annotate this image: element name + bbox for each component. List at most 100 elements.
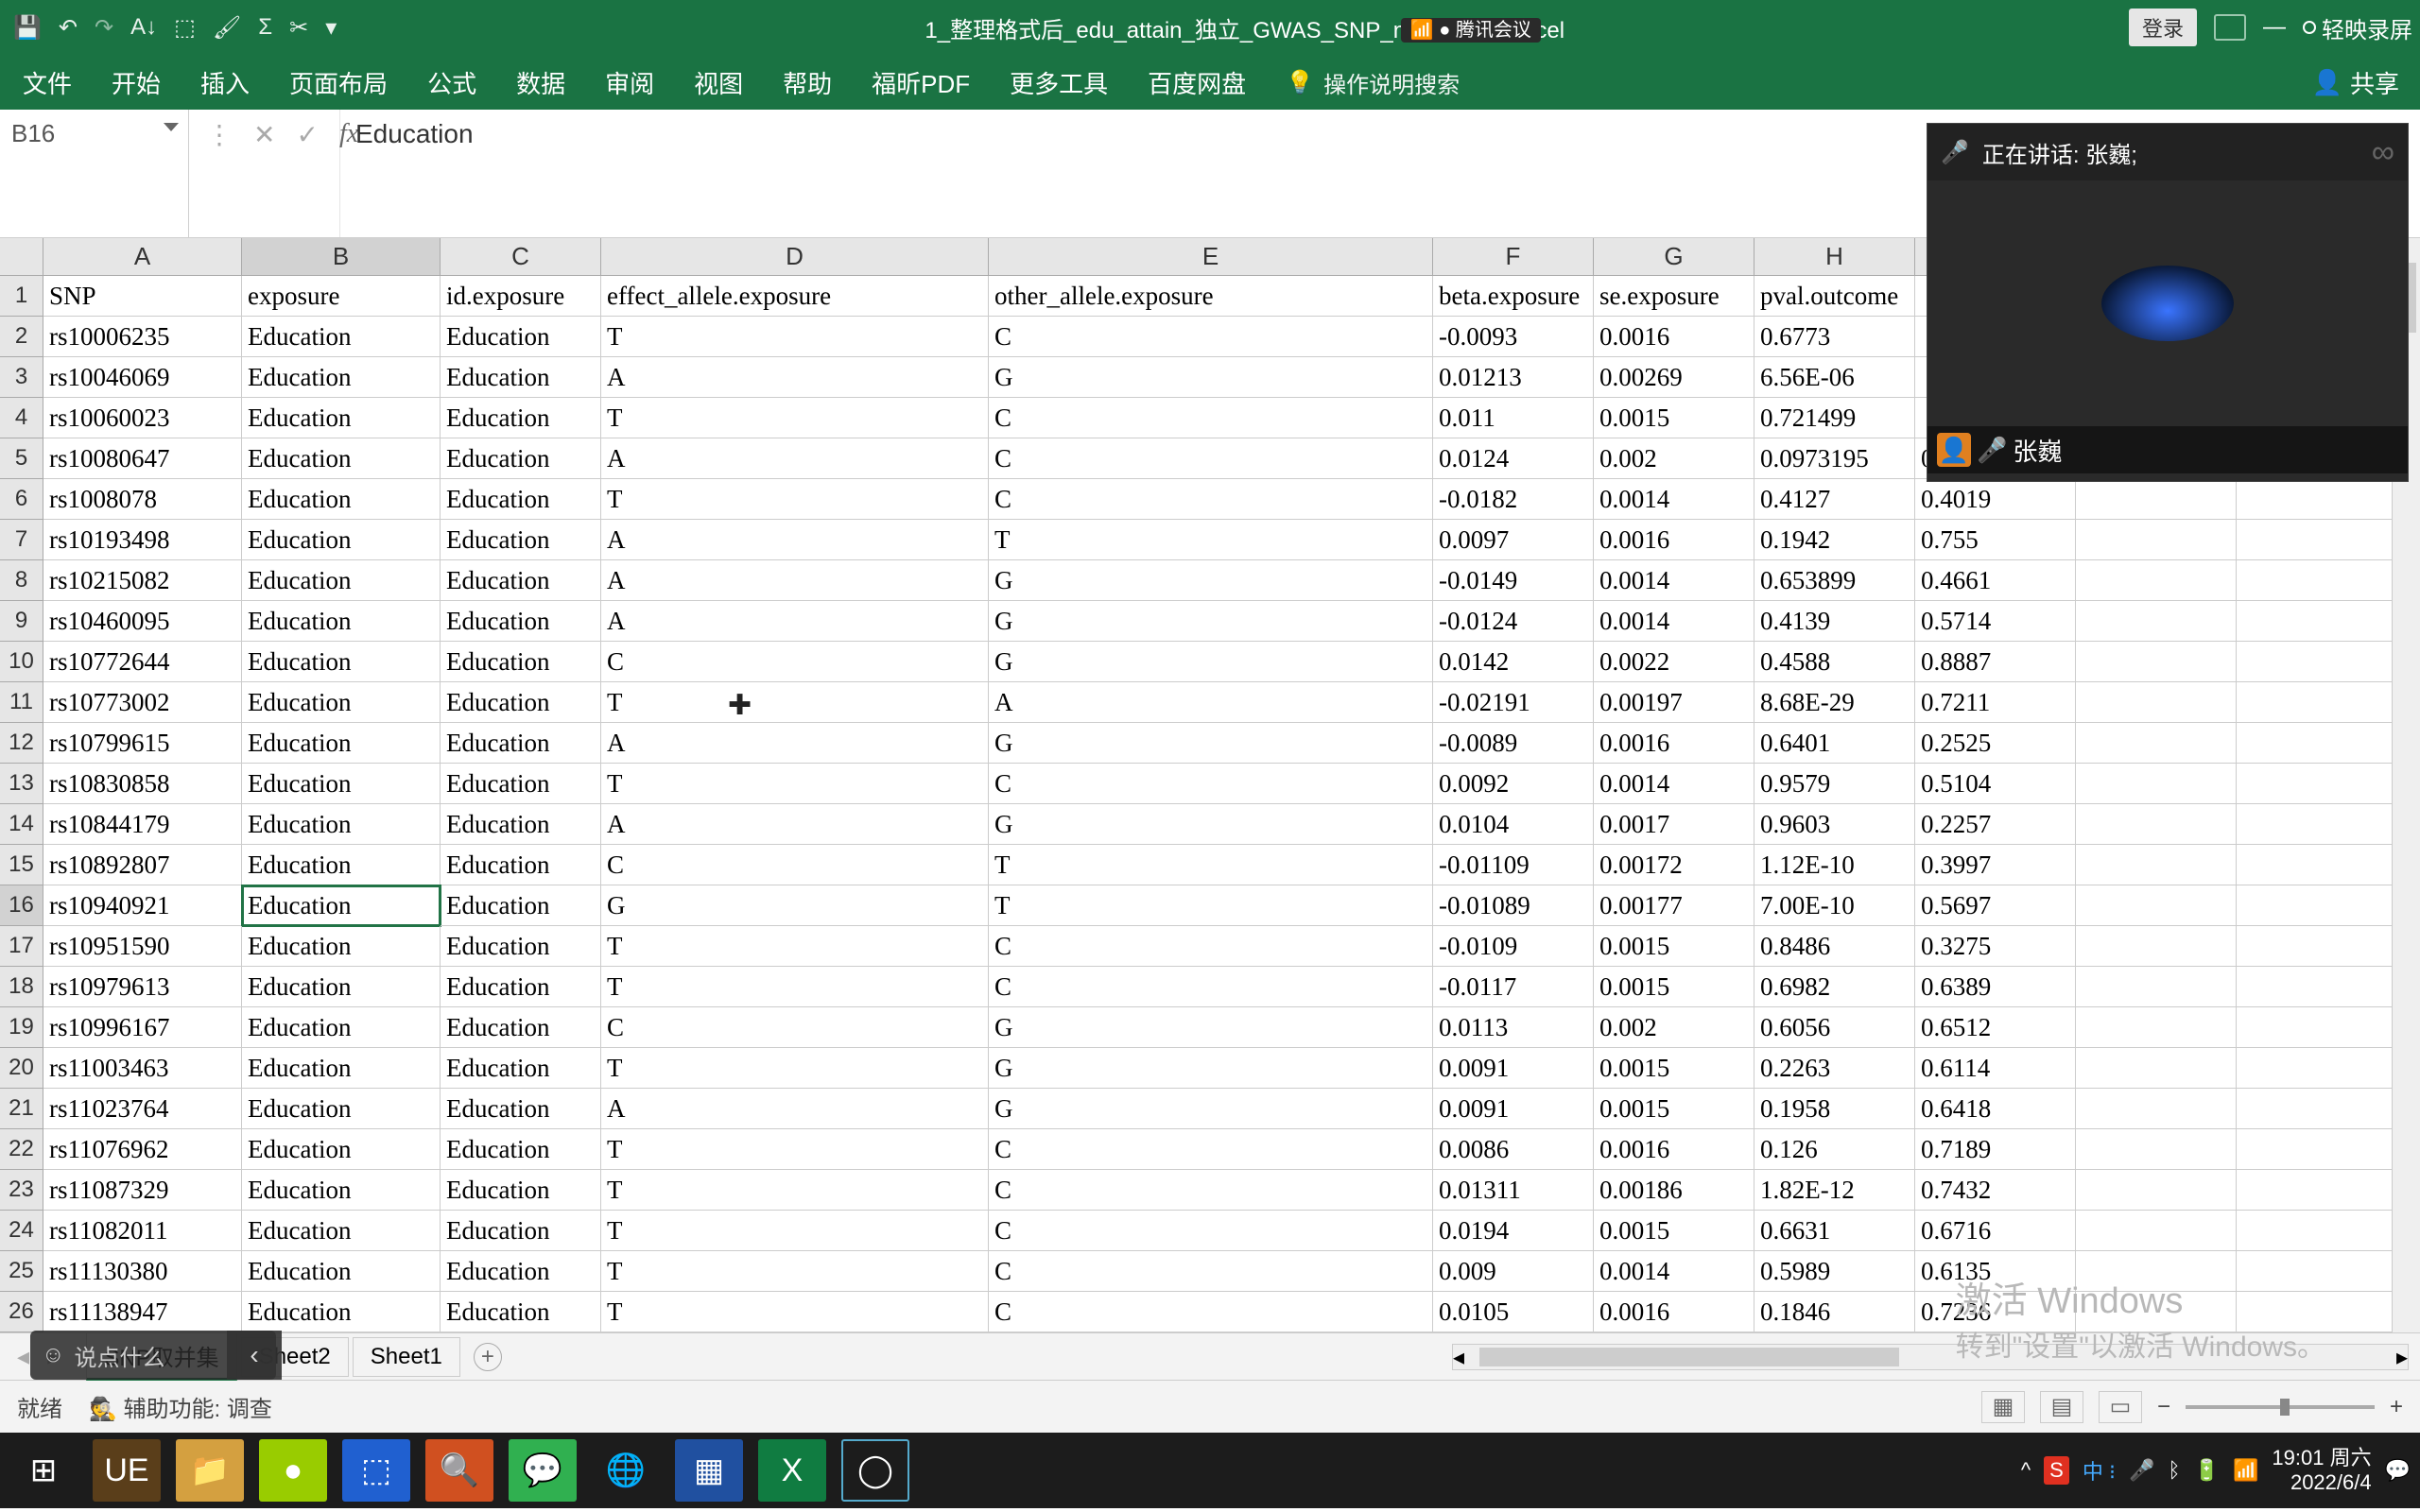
name-box[interactable]: B16: [0, 110, 189, 237]
cell[interactable]: Education: [242, 479, 441, 520]
share-button[interactable]: 👤 共享: [2312, 65, 2399, 100]
cell[interactable]: beta.exposure: [1433, 276, 1594, 317]
cell[interactable]: [2076, 1089, 2237, 1129]
cell[interactable]: T: [601, 1129, 989, 1170]
cell[interactable]: Education: [441, 926, 601, 967]
cell[interactable]: [2237, 601, 2397, 642]
cell[interactable]: 0.2257: [1915, 804, 2076, 845]
cell[interactable]: Education: [441, 357, 601, 398]
cell[interactable]: 0.00269: [1594, 357, 1754, 398]
explorer-icon[interactable]: 📁: [176, 1439, 244, 1502]
cell[interactable]: C: [989, 1211, 1433, 1251]
cut-icon[interactable]: ✂: [289, 14, 308, 42]
cell[interactable]: other_allele.exposure: [989, 276, 1433, 317]
cell[interactable]: T: [601, 317, 989, 357]
cell[interactable]: 0.6716: [1915, 1211, 2076, 1251]
cell[interactable]: 0.0016: [1594, 723, 1754, 764]
enter-icon[interactable]: ✓: [296, 119, 318, 150]
cell[interactable]: 1.82E-12: [1754, 1170, 1915, 1211]
cell[interactable]: [2237, 1048, 2397, 1089]
cell[interactable]: A: [601, 723, 989, 764]
cell[interactable]: [2237, 1292, 2397, 1332]
expand-icon[interactable]: ⋮: [206, 119, 233, 150]
search-icon[interactable]: 🔍: [425, 1439, 493, 1502]
cell[interactable]: 0.5697: [1915, 885, 2076, 926]
cell[interactable]: [2076, 1251, 2237, 1292]
cell[interactable]: [2076, 479, 2237, 520]
cell[interactable]: 0.5989: [1754, 1251, 1915, 1292]
more-icon[interactable]: ▾: [325, 14, 337, 42]
cell[interactable]: [2237, 642, 2397, 682]
cell[interactable]: G: [989, 642, 1433, 682]
cell[interactable]: 0.1846: [1754, 1292, 1915, 1332]
chat-back-icon[interactable]: ‹: [227, 1331, 282, 1380]
cell[interactable]: A: [601, 560, 989, 601]
col-header-B[interactable]: B: [242, 238, 441, 275]
row-header[interactable]: 22: [0, 1129, 43, 1170]
cell[interactable]: 0.0091: [1433, 1048, 1594, 1089]
cell[interactable]: [2237, 520, 2397, 560]
row-header[interactable]: 19: [0, 1007, 43, 1048]
cell[interactable]: 0.0973195: [1754, 438, 1915, 479]
cell[interactable]: Education: [441, 1251, 601, 1292]
horizontal-scrollbar[interactable]: ◂▸: [1452, 1344, 2409, 1370]
cell[interactable]: T: [601, 967, 989, 1007]
cell[interactable]: 0.0015: [1594, 1089, 1754, 1129]
cell[interactable]: rs10006235: [43, 317, 242, 357]
cell[interactable]: G: [989, 357, 1433, 398]
cell[interactable]: rs10773002: [43, 682, 242, 723]
recording-badge[interactable]: 轻映录屏: [2303, 11, 2412, 44]
row-header[interactable]: 25: [0, 1251, 43, 1292]
bluetooth-icon[interactable]: ᛒ: [2168, 1458, 2180, 1483]
cell[interactable]: rs10951590: [43, 926, 242, 967]
cell[interactable]: 0.0014: [1594, 1251, 1754, 1292]
cell[interactable]: 0.0015: [1594, 926, 1754, 967]
tab-formula[interactable]: 公式: [427, 65, 476, 100]
undo-icon[interactable]: ↶: [59, 14, 78, 42]
cell[interactable]: Education: [242, 1129, 441, 1170]
cell[interactable]: C: [989, 764, 1433, 804]
cell[interactable]: Education: [441, 1089, 601, 1129]
cell[interactable]: C: [989, 1292, 1433, 1332]
cell[interactable]: Education: [441, 479, 601, 520]
cell[interactable]: Education: [242, 682, 441, 723]
cell[interactable]: 6.56E-06: [1754, 357, 1915, 398]
cell[interactable]: [2076, 845, 2237, 885]
cell[interactable]: Education: [441, 398, 601, 438]
cell[interactable]: 0.0104: [1433, 804, 1594, 845]
col-header-A[interactable]: A: [43, 238, 242, 275]
sheet-tab[interactable]: Sheet1: [353, 1337, 460, 1377]
cell[interactable]: 0.0113: [1433, 1007, 1594, 1048]
row-header[interactable]: 23: [0, 1170, 43, 1211]
cell[interactable]: 0.2263: [1754, 1048, 1915, 1089]
tab-help[interactable]: 帮助: [783, 65, 832, 100]
cell[interactable]: 0.00172: [1594, 845, 1754, 885]
cell[interactable]: [2237, 885, 2397, 926]
row-header[interactable]: 17: [0, 926, 43, 967]
row-header[interactable]: 7: [0, 520, 43, 560]
cell[interactable]: rs11082011: [43, 1211, 242, 1251]
cell[interactable]: 0.755: [1915, 520, 2076, 560]
cell[interactable]: 0.1958: [1754, 1089, 1915, 1129]
battery-icon[interactable]: 🔋: [2194, 1458, 2220, 1483]
cell[interactable]: Education: [441, 1007, 601, 1048]
cell[interactable]: 0.1942: [1754, 520, 1915, 560]
cell[interactable]: C: [989, 438, 1433, 479]
cell[interactable]: 0.009: [1433, 1251, 1594, 1292]
cell[interactable]: 0.6982: [1754, 967, 1915, 1007]
tray-chevron-icon[interactable]: ^: [2021, 1458, 2031, 1483]
cell[interactable]: 0.0015: [1594, 1048, 1754, 1089]
cell[interactable]: 0.0142: [1433, 642, 1594, 682]
cell[interactable]: Education: [242, 520, 441, 560]
cell[interactable]: C: [989, 1129, 1433, 1170]
app-icon[interactable]: UE: [93, 1439, 161, 1502]
cell[interactable]: 0.0014: [1594, 479, 1754, 520]
row-header[interactable]: 21: [0, 1089, 43, 1129]
tab-insert[interactable]: 插入: [200, 65, 250, 100]
cell[interactable]: 0.4127: [1754, 479, 1915, 520]
cell[interactable]: 0.0097: [1433, 520, 1594, 560]
cell[interactable]: Education: [441, 520, 601, 560]
cell[interactable]: -0.01089: [1433, 885, 1594, 926]
cell[interactable]: G: [989, 723, 1433, 764]
row-header[interactable]: 9: [0, 601, 43, 642]
